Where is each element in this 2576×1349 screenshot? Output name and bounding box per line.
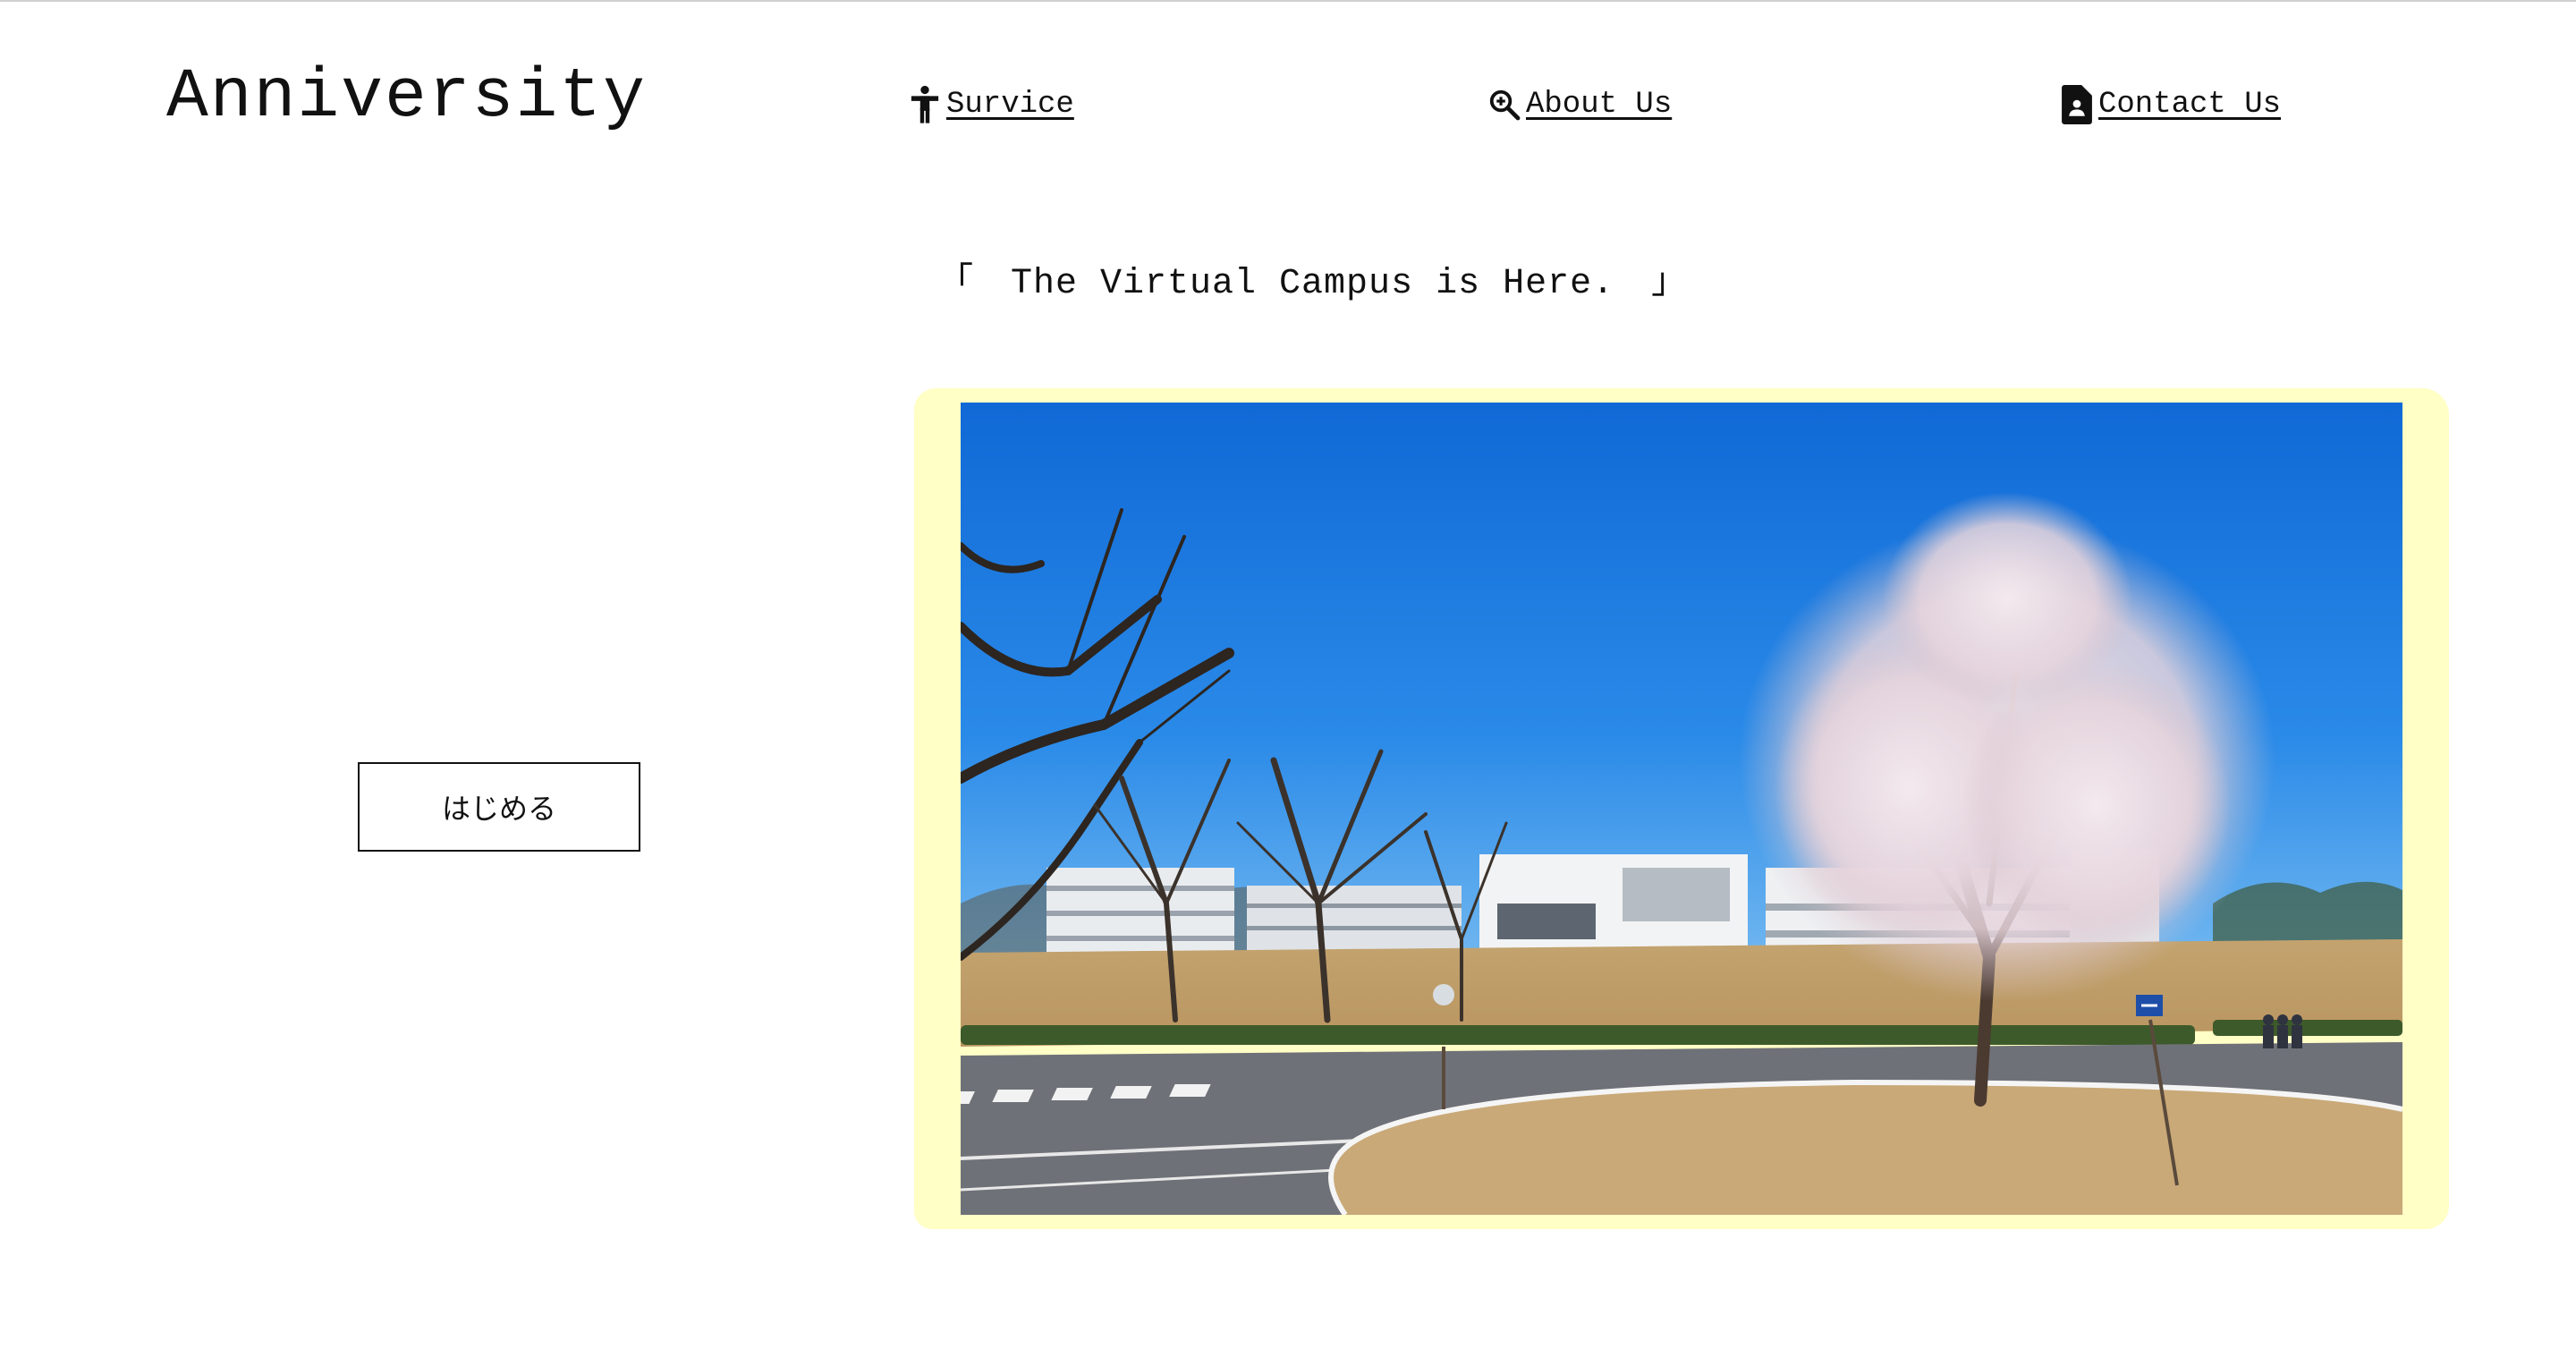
nav-link-label: About Us (1526, 88, 1673, 122)
nav-link-label: Survice (946, 88, 1074, 122)
campus-photo (961, 403, 2402, 1215)
hero-tagline: 「 The Virtual Campus is Here. 」 (937, 264, 1689, 304)
nav-link-label: Contact Us (2098, 88, 2282, 122)
nav-link-service[interactable]: Survice (907, 84, 1074, 125)
top-divider (0, 0, 2576, 2)
accessibility-person-icon (907, 84, 943, 125)
site-logo[interactable]: Anniversity (166, 63, 647, 132)
start-button[interactable]: はじめる (358, 762, 640, 852)
nav-link-about-us[interactable]: About Us (1487, 84, 1672, 125)
zoom-in-icon (1487, 84, 1522, 125)
nav-link-contact-us[interactable]: Contact Us (2059, 84, 2281, 125)
contact-document-icon (2059, 84, 2095, 125)
